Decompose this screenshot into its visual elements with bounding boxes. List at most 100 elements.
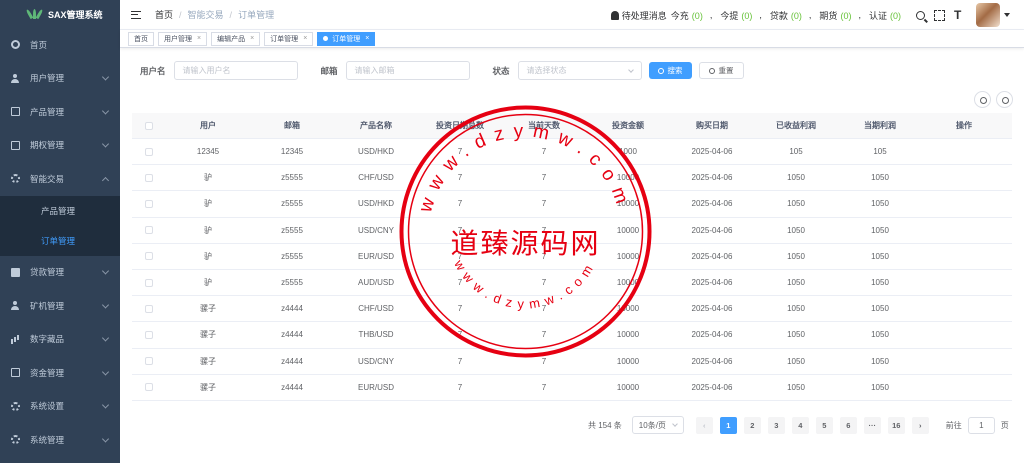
page-number-button[interactable]: 16 <box>887 416 905 434</box>
tag-order-management[interactable]: 订单管理 × <box>264 31 314 46</box>
sidebar-item-funds[interactable]: 资金管理 <box>0 356 120 390</box>
table-row: 驴 z5555 CHF/USD 7 7 10000 2025-04-06 1050 1050 <box>132 165 1012 192</box>
bell-icon[interactable] <box>610 10 619 20</box>
search-button[interactable]: 搜索 <box>648 62 692 79</box>
row-checkbox[interactable] <box>145 383 153 392</box>
sidebar-item-system-settings[interactable]: 系统设置 <box>0 390 120 424</box>
app-logo[interactable]: SAX管理系统 <box>0 0 120 28</box>
chevron-down-icon <box>101 401 110 409</box>
tag-home[interactable]: 首页 <box>128 31 154 46</box>
table-cell: 1050 <box>787 251 805 261</box>
sidebar-subitem-products[interactable]: 产品管理 <box>0 196 120 226</box>
row-checkbox[interactable] <box>145 199 153 208</box>
table-cell: 1050 <box>871 304 889 314</box>
sidebar-item-system-admin[interactable]: 系统管理 <box>0 423 120 457</box>
table-row: 驴 z5555 EUR/USD 7 7 10000 2025-04-06 1050 1050 <box>132 244 1012 270</box>
table-cell: 骡子 <box>200 356 216 366</box>
row-select-cell <box>132 226 166 235</box>
close-icon[interactable]: × <box>197 35 201 42</box>
page-number-button[interactable]: 1 <box>719 416 737 434</box>
notice-recharge[interactable]: 今充 (0) <box>671 9 706 22</box>
sidebar-item-home[interactable]: 首页 <box>0 28 120 62</box>
row-checkbox[interactable] <box>145 330 153 339</box>
tag-user-management[interactable]: 用户管理 × <box>158 31 208 46</box>
status-select[interactable]: 请选择状态 <box>517 61 642 80</box>
fullscreen-icon[interactable] <box>934 9 945 21</box>
close-icon[interactable]: × <box>365 35 369 42</box>
sidebar-item-users[interactable]: 用户管理 <box>0 62 120 96</box>
page-ellipsis-button[interactable]: ··· <box>863 416 881 434</box>
hamburger-menu-icon[interactable] <box>131 10 141 19</box>
sidebar-item-collectibles[interactable]: 数字藏品 <box>0 323 120 357</box>
chevron-down-icon <box>101 435 110 443</box>
sidebar-subitem-orders[interactable]: 订单管理 <box>0 226 120 256</box>
notice-label: 今提 <box>720 10 739 21</box>
select-all-checkbox[interactable] <box>145 121 153 130</box>
sidebar-item-smart-trading[interactable]: 智能交易 <box>0 162 120 196</box>
row-checkbox[interactable] <box>145 252 153 261</box>
caret-down-icon[interactable] <box>1004 13 1010 17</box>
status-label: 状态 <box>492 65 510 76</box>
close-icon[interactable]: × <box>250 35 254 42</box>
refresh-table-button[interactable] <box>996 91 1013 108</box>
notice-separator: , <box>808 10 812 20</box>
page-number-button[interactable]: 6 <box>839 416 857 434</box>
avatar[interactable] <box>976 3 1000 27</box>
row-select-cell <box>132 173 166 182</box>
sidebar-subitem-label: 订单管理 <box>41 235 76 246</box>
breadcrumb-home[interactable]: 首页 <box>155 8 173 21</box>
page-number-button[interactable]: 4 <box>791 416 809 434</box>
sidebar-item-loans[interactable]: 贷款管理 <box>0 256 120 290</box>
prev-page-button[interactable]: ‹ <box>695 416 713 434</box>
email-input[interactable]: 请输入邮箱 <box>345 61 470 80</box>
reset-button-label: 重置 <box>718 66 734 75</box>
notice-count: 0 <box>843 10 849 21</box>
notice-loan[interactable]: 贷款 (0) <box>770 9 805 22</box>
sidebar-item-products[interactable]: 产品管理 <box>0 95 120 129</box>
tag-edit-product[interactable]: 编辑产品 × <box>211 31 261 46</box>
reset-button[interactable]: 重置 <box>698 62 744 79</box>
row-checkbox[interactable] <box>145 147 153 156</box>
table-cell: 驴 <box>204 278 212 288</box>
page-number-button[interactable]: 3 <box>767 416 785 434</box>
row-checkbox[interactable] <box>145 304 153 313</box>
chevron-down-icon <box>101 334 110 342</box>
sidebar-item-miners[interactable]: 矿机管理 <box>0 289 120 323</box>
table-cell: 1050 <box>787 356 805 366</box>
jump-page-input[interactable]: 1 <box>967 416 995 434</box>
notice-withdraw[interactable]: 今提 (0) <box>720 9 755 22</box>
notice-futures[interactable]: 期货 (0) <box>819 9 854 22</box>
next-page-button[interactable]: › <box>911 416 929 434</box>
page-number-button[interactable]: 2 <box>743 416 761 434</box>
sidebar-item-label: 贷款管理 <box>30 267 65 278</box>
table-cell: 1050 <box>787 382 805 392</box>
row-checkbox[interactable] <box>145 173 153 182</box>
search-icon[interactable] <box>916 10 925 20</box>
font-size-icon[interactable]: T <box>954 9 965 21</box>
chevron-down-icon <box>101 301 110 309</box>
table-cell: 1000 <box>619 147 637 157</box>
search-icon <box>657 67 664 74</box>
tag-order-management-active[interactable]: 订单管理 × <box>317 31 376 46</box>
page-size-select[interactable]: 10条/页 <box>631 416 684 434</box>
table-cell: 7 <box>541 382 547 392</box>
page-number-button[interactable]: 5 <box>815 416 833 434</box>
column-header: 操作 <box>956 121 972 130</box>
row-checkbox[interactable] <box>145 278 153 287</box>
table-cell: 7 <box>541 147 547 157</box>
user-icon <box>11 73 20 83</box>
row-checkbox[interactable] <box>145 226 153 235</box>
sidebar-item-options[interactable]: 期权管理 <box>0 129 120 163</box>
notice-verify[interactable]: 认证 (0) <box>869 9 904 22</box>
close-icon[interactable]: × <box>303 35 307 42</box>
username-input[interactable]: 请输入用户名 <box>173 61 298 80</box>
table-cell: 1050 <box>871 278 889 288</box>
row-checkbox[interactable] <box>145 357 153 366</box>
table-row: 骡子 z4444 THB/USD 7 7 10000 2025-04-06 1050 1050 <box>132 322 1012 349</box>
pagination-total: 共 154 条 <box>588 420 622 430</box>
breadcrumb-smart-trading[interactable]: 智能交易 <box>188 8 224 21</box>
table-cell: 1050 <box>787 173 805 183</box>
status-placeholder: 请选择状态 <box>526 66 567 75</box>
toggle-search-button[interactable] <box>974 91 991 108</box>
table-body: 12345 12345 USD/HKD 7 7 1000 2025-04-06 105 105 驴… <box>132 139 1012 401</box>
